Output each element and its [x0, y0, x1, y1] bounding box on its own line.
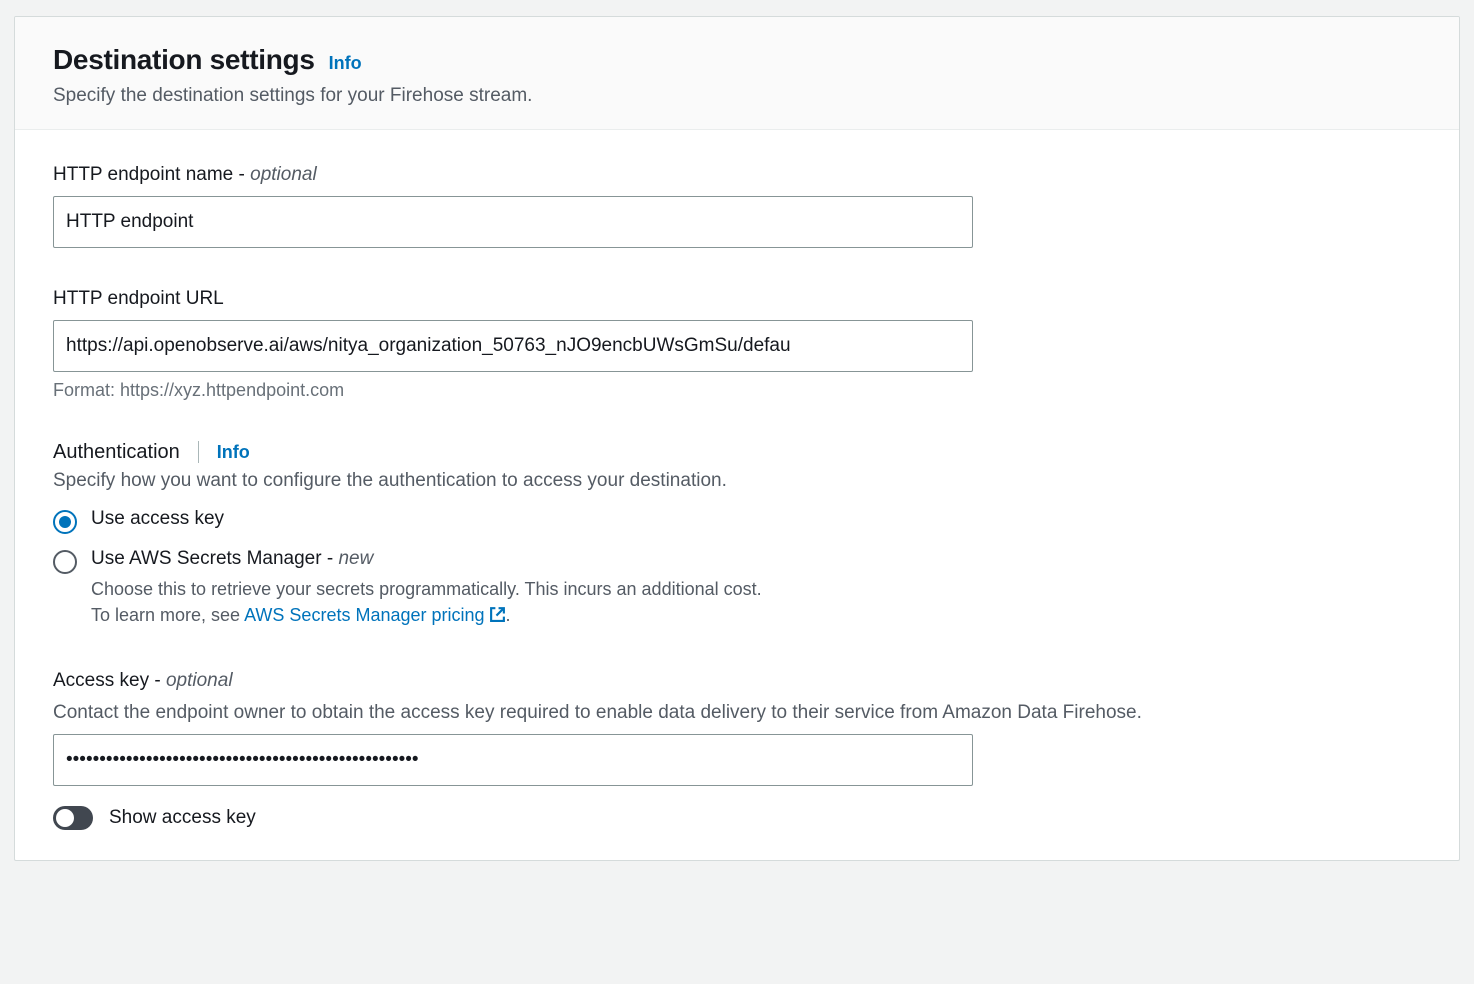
- destination-settings-panel: Destination settings Info Specify the de…: [14, 16, 1460, 861]
- show-access-key-label: Show access key: [109, 807, 256, 829]
- access-key-label: Access key - optional: [53, 670, 1421, 692]
- secrets-manager-pricing-link[interactable]: AWS Secrets Manager pricing: [244, 605, 505, 625]
- endpoint-url-field: HTTP endpoint URL Format: https://xyz.ht…: [53, 288, 1421, 401]
- external-link-icon: [489, 604, 506, 630]
- radio-selected-icon[interactable]: [53, 510, 77, 534]
- access-key-desc: Contact the endpoint owner to obtain the…: [53, 702, 1421, 724]
- authentication-info-link[interactable]: Info: [217, 442, 250, 463]
- authentication-subtitle: Specify how you want to configure the au…: [53, 470, 1421, 492]
- auth-option-secrets-manager-label: Use AWS Secrets Manager - new: [91, 548, 1421, 570]
- endpoint-url-input[interactable]: [53, 320, 973, 372]
- endpoint-name-label: HTTP endpoint name - optional: [53, 164, 1421, 186]
- panel-header: Destination settings Info Specify the de…: [15, 17, 1459, 130]
- auth-option-secrets-manager[interactable]: Use AWS Secrets Manager - new Choose thi…: [53, 548, 1421, 630]
- page-title: Destination settings: [53, 43, 315, 77]
- access-key-field: Access key - optional Contact the endpoi…: [53, 670, 1421, 830]
- access-key-input[interactable]: [53, 734, 973, 786]
- endpoint-name-field: HTTP endpoint name - optional: [53, 164, 1421, 248]
- authentication-section: Authentication Info Specify how you want…: [53, 441, 1421, 630]
- auth-option-access-key[interactable]: Use access key: [53, 508, 1421, 534]
- radio-unselected-icon[interactable]: [53, 550, 77, 574]
- auth-option-access-key-label: Use access key: [91, 508, 1421, 530]
- endpoint-url-label: HTTP endpoint URL: [53, 288, 1421, 310]
- endpoint-url-hint: Format: https://xyz.httpendpoint.com: [53, 380, 1421, 401]
- page-subtitle: Specify the destination settings for you…: [53, 85, 1421, 107]
- endpoint-name-input[interactable]: [53, 196, 973, 248]
- show-access-key-toggle[interactable]: [53, 806, 93, 830]
- authentication-title: Authentication: [53, 441, 180, 464]
- auth-option-secrets-manager-desc: Choose this to retrieve your secrets pro…: [91, 576, 1421, 630]
- info-link[interactable]: Info: [329, 53, 362, 74]
- divider: [198, 441, 199, 463]
